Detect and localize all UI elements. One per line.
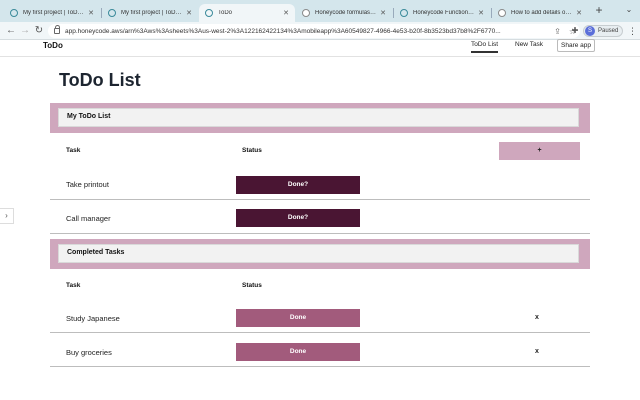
tab-favicon-icon — [400, 9, 408, 17]
delete-task-button[interactable]: x — [535, 348, 539, 355]
todo-section-header: My ToDo List — [50, 103, 590, 133]
tab-title: How to add details of a scr — [511, 10, 573, 16]
table-row: Take printout Done? — [50, 166, 590, 200]
browser-tab[interactable]: Honeycode formulas - Goo ✕ — [296, 4, 392, 22]
section-title-box: My ToDo List — [58, 108, 579, 127]
tab-favicon-icon — [10, 9, 18, 17]
browser-tab-active[interactable]: ToDo ✕ — [199, 4, 295, 22]
mark-done-button[interactable]: Done? — [236, 209, 360, 227]
tab-title: ToDo — [218, 10, 233, 16]
header-divider — [0, 56, 640, 57]
table-row: Buy groceries Done x — [50, 333, 590, 367]
delete-task-button[interactable]: x — [535, 314, 539, 321]
tab-new-task[interactable]: New Task — [515, 41, 543, 51]
chevron-right-icon[interactable]: › — [0, 208, 14, 224]
table-row: Study Japanese Done x — [50, 299, 590, 333]
page-title: ToDo List — [59, 70, 141, 90]
tab-close-icon[interactable]: ✕ — [478, 9, 484, 17]
done-status-button[interactable]: Done — [236, 309, 360, 327]
menu-icon[interactable]: ⋮ — [628, 26, 637, 36]
section-title-box: Completed Tasks — [58, 244, 579, 263]
reload-icon[interactable]: ↻ — [33, 25, 45, 37]
tab-favicon-icon — [302, 9, 310, 17]
share-app-button[interactable]: Share app — [557, 39, 595, 52]
forward-icon[interactable]: → — [19, 25, 31, 37]
add-task-button[interactable]: + — [499, 142, 580, 160]
table-row: Call manager Done? — [50, 200, 590, 234]
new-tab-icon[interactable]: + — [592, 3, 606, 17]
tab-title: Honeycode formulas - Goo — [315, 10, 376, 16]
lock-icon[interactable] — [54, 25, 60, 34]
tab-close-icon[interactable]: ✕ — [186, 9, 192, 17]
task-name: Take printout — [66, 180, 109, 189]
tab-title: My first project | ToDo | Am — [121, 10, 183, 16]
tab-favicon-icon — [498, 9, 506, 17]
browser-toolbar: ← → ↻ app.honeycode.aws/arn%3Aws%3Asheet… — [0, 22, 640, 40]
task-name: Buy groceries — [66, 348, 112, 357]
section-title: Completed Tasks — [67, 249, 125, 256]
mark-done-button[interactable]: Done? — [236, 176, 360, 194]
tab-close-icon[interactable]: ✕ — [380, 9, 386, 17]
tab-favicon-icon — [108, 9, 116, 17]
browser-tab[interactable]: Honeycode Functions - Kno ✕ — [394, 4, 490, 22]
tab-todo-list[interactable]: ToDo List — [471, 41, 499, 53]
address-bar[interactable]: app.honeycode.aws/arn%3Aws%3Asheets%3Aus… — [48, 24, 580, 38]
section-title: My ToDo List — [67, 113, 111, 120]
url-text: app.honeycode.aws/arn%3Aws%3Asheets%3Aus… — [65, 27, 501, 35]
column-header-task: Task — [66, 282, 81, 289]
done-status-button[interactable]: Done — [236, 343, 360, 361]
app-header: ToDo ToDo List New Task Share app — [0, 39, 640, 56]
column-header-status: Status — [242, 147, 262, 154]
profile-status: Paused — [598, 28, 619, 34]
tab-close-icon[interactable]: ✕ — [88, 9, 94, 17]
avatar: S — [585, 26, 595, 36]
back-icon[interactable]: ← — [5, 25, 17, 37]
column-header-status: Status — [242, 282, 262, 289]
browser-tab[interactable]: My first project | ToDo | Am ✕ — [102, 4, 198, 22]
column-header-task: Task — [66, 147, 81, 154]
app-title: ToDo — [43, 41, 63, 50]
browser-tabstrip: My first project | ToDo | Am ✕ My first … — [0, 0, 640, 22]
completed-section-header: Completed Tasks — [50, 239, 590, 269]
tab-search-icon[interactable]: ⌄ — [624, 5, 634, 15]
task-name: Call manager — [66, 214, 111, 223]
profile-button[interactable]: S Paused — [583, 25, 624, 37]
tab-favicon-icon — [205, 9, 213, 17]
tab-title: Honeycode Functions - Kno — [413, 10, 474, 16]
browser-tab[interactable]: How to add details of a scr ✕ — [492, 4, 588, 22]
tab-close-icon[interactable]: ✕ — [576, 9, 582, 17]
puzzle-icon[interactable]: ✚ — [570, 26, 580, 36]
browser-tab[interactable]: My first project | ToDo | Am ✕ — [4, 4, 100, 22]
task-name: Study Japanese — [66, 314, 120, 323]
share-icon[interactable]: ⇪ — [554, 27, 561, 36]
tab-close-icon[interactable]: ✕ — [283, 9, 289, 17]
tab-title: My first project | ToDo | Am — [23, 10, 85, 16]
